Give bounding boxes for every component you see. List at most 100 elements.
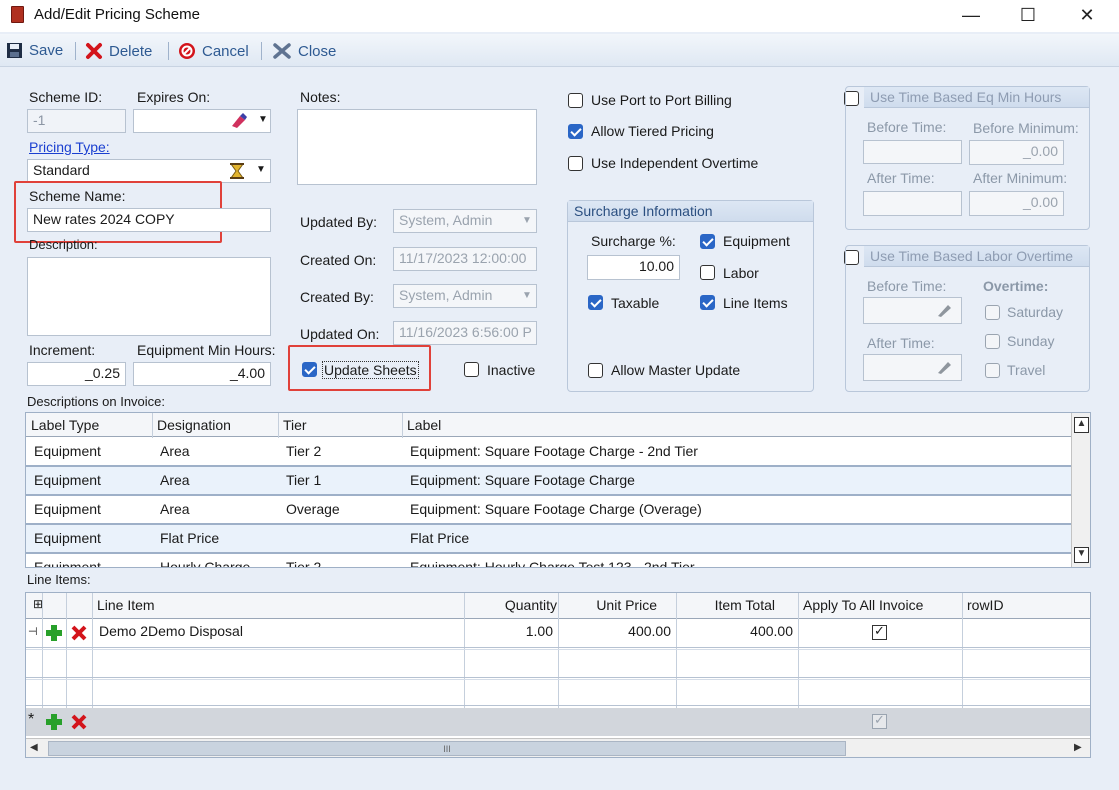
close-window-button[interactable]: ✕ xyxy=(1064,3,1110,27)
inactive-label: Inactive xyxy=(487,362,536,378)
col-rowid[interactable]: rowID xyxy=(962,593,1062,617)
eraser-icon[interactable] xyxy=(230,113,248,129)
col-tier[interactable]: Tier xyxy=(278,413,402,437)
eq-after-time-label: After Time: xyxy=(867,170,935,186)
eq-after-min-label: After Minimum: xyxy=(973,170,1068,186)
delete-label: Delete xyxy=(109,42,153,60)
inactive-checkbox[interactable] xyxy=(464,362,479,377)
chevron-down-icon[interactable]: ▼ xyxy=(256,164,266,175)
scroll-down-icon[interactable]: ▼ xyxy=(1074,547,1089,563)
eq-min-hours-input[interactable]: _4.00 xyxy=(133,362,271,386)
time-eq-title: Use Time Based Eq Min Hours xyxy=(864,87,1089,108)
surcharge-pct-label: Surcharge %: xyxy=(591,233,676,249)
surcharge-equipment-checkbox[interactable] xyxy=(700,234,715,249)
surcharge-labor-checkbox[interactable] xyxy=(700,265,715,280)
invoice-cell: Equipment xyxy=(34,530,101,546)
pricing-type-link[interactable]: Pricing Type: xyxy=(29,139,110,155)
cancel-button[interactable]: Cancel xyxy=(178,42,249,60)
surcharge-line-items-checkbox[interactable] xyxy=(700,295,715,310)
line-items-label: Line Items: xyxy=(27,572,91,587)
line-item-qty: 1.00 xyxy=(525,623,553,639)
window-title: Add/Edit Pricing Scheme xyxy=(34,6,200,23)
surcharge-pct-input[interactable]: 10.00 xyxy=(587,255,680,280)
maximize-button[interactable]: ☐ xyxy=(1005,3,1051,27)
cancel-label: Cancel xyxy=(202,42,249,60)
invoice-scrollbar[interactable]: ▲ ▼ xyxy=(1071,413,1090,567)
col-label[interactable]: Label xyxy=(402,413,1062,437)
sunday-label: Sunday xyxy=(1007,333,1055,349)
overtime-label: Overtime: xyxy=(983,278,1049,294)
scroll-left-icon[interactable]: ◀ xyxy=(30,742,38,753)
minimize-button[interactable]: — xyxy=(948,3,994,27)
labor-before-time-input xyxy=(863,297,962,324)
notes-label: Notes: xyxy=(300,89,341,105)
update-sheets-checkbox[interactable] xyxy=(302,362,317,377)
scheme-name-input[interactable]: New rates 2024 COPY xyxy=(27,208,271,232)
col-unit-price[interactable]: Unit Price xyxy=(562,593,662,617)
col-designation[interactable]: Designation xyxy=(152,413,278,437)
close-button[interactable]: Close xyxy=(272,42,336,60)
pencil-icon xyxy=(938,362,951,374)
eq-after-min-input: _0.00 xyxy=(969,191,1064,216)
hscroll-thumb[interactable]: III xyxy=(48,741,846,756)
invoice-row[interactable]: Equipment Flat Price Flat Price xyxy=(26,525,1071,554)
delete-x-icon xyxy=(86,43,102,59)
add-row-icon[interactable] xyxy=(45,713,63,731)
scroll-right-icon[interactable]: ▶ xyxy=(1074,742,1082,753)
invoice-cell: Equipment xyxy=(34,559,101,568)
taxable-checkbox[interactable] xyxy=(588,295,603,310)
line-items-hscrollbar[interactable]: ◀ III ▶ xyxy=(26,738,1090,757)
delete-row-icon[interactable] xyxy=(70,713,88,731)
save-button[interactable]: Save xyxy=(6,42,63,59)
row-selector-icon[interactable]: ⊞ xyxy=(28,593,42,615)
tiered-pricing-label: Allow Tiered Pricing xyxy=(591,123,714,139)
invoice-row[interactable]: Equipment Hourly Charge Tier 2 Equipment: H… xyxy=(26,554,1071,568)
sunday-checkbox xyxy=(985,334,1000,349)
col-item-total[interactable]: Item Total xyxy=(662,593,780,617)
cancel-circle-icon xyxy=(179,43,195,59)
new-row[interactable]: * ✓ xyxy=(26,708,1090,736)
apply-all-checkbox[interactable]: ✓ xyxy=(872,623,887,640)
created-on-field: 11/17/2023 12:00:00 xyxy=(393,247,537,271)
title-bar: Add/Edit Pricing Scheme — ☐ ✕ xyxy=(0,0,1119,32)
eq-min-hours-label: Equipment Min Hours: xyxy=(137,342,276,358)
eq-after-time-input xyxy=(863,191,962,216)
tiered-pricing-checkbox[interactable] xyxy=(568,124,583,139)
eq-before-min-input: _0.00 xyxy=(969,140,1064,165)
line-item-row[interactable]: ⊣ Demo 2Demo Disposal 1.00 400.00 400.00… xyxy=(26,619,1090,647)
scroll-up-icon[interactable]: ▲ xyxy=(1074,417,1089,433)
updated-by-select: System, Admin ▼ xyxy=(393,209,537,233)
description-textarea[interactable] xyxy=(27,257,271,336)
invoice-grid-header: Label Type Designation Tier Label xyxy=(26,413,1071,437)
toolbar: Save Delete Cancel Close xyxy=(0,34,1119,67)
invoice-cell: Overage xyxy=(286,501,340,517)
delete-button[interactable]: Delete xyxy=(85,42,152,60)
pricing-type-select[interactable]: Standard ▼ xyxy=(27,159,271,183)
chevron-down-icon: ▼ xyxy=(522,215,532,226)
notes-textarea[interactable] xyxy=(297,109,537,185)
created-by-select: System, Admin ▼ xyxy=(393,284,537,308)
hourglass-icon xyxy=(230,163,244,179)
independent-overtime-checkbox[interactable] xyxy=(568,156,583,171)
add-row-icon[interactable] xyxy=(45,624,63,642)
invoice-row[interactable]: Equipment Area Tier 1 Equipment: Square Foo… xyxy=(26,467,1071,496)
expires-on-label: Expires On: xyxy=(137,89,211,105)
delete-row-icon[interactable] xyxy=(70,624,88,642)
labor-before-time-label: Before Time: xyxy=(867,278,947,294)
invoice-row[interactable]: Equipment Area Tier 2 Equipment: Square Foo… xyxy=(26,438,1071,467)
invoice-cell: Equipment: Square Footage Charge xyxy=(410,472,635,488)
line-item-name: Demo 2Demo Disposal xyxy=(99,623,243,639)
increment-input[interactable]: _0.25 xyxy=(27,362,126,386)
col-apply-all[interactable]: Apply To All Invoice xyxy=(798,593,952,617)
chevron-down-icon[interactable]: ▼ xyxy=(258,114,268,125)
invoice-row[interactable]: Equipment Area Overage Equipment: Square Fo… xyxy=(26,496,1071,525)
col-quantity[interactable]: Quantity xyxy=(466,593,562,617)
expires-on-field[interactable]: ▼ xyxy=(133,109,271,133)
col-label-type[interactable]: Label Type xyxy=(26,413,152,437)
col-line-item[interactable]: Line Item xyxy=(92,593,466,617)
pricing-type-value: Standard xyxy=(33,162,90,178)
port-billing-checkbox[interactable] xyxy=(568,93,583,108)
new-row-asterisk-icon: * xyxy=(28,711,35,728)
master-update-checkbox[interactable] xyxy=(588,363,603,378)
update-sheets-label[interactable]: Update Sheets xyxy=(322,361,419,379)
